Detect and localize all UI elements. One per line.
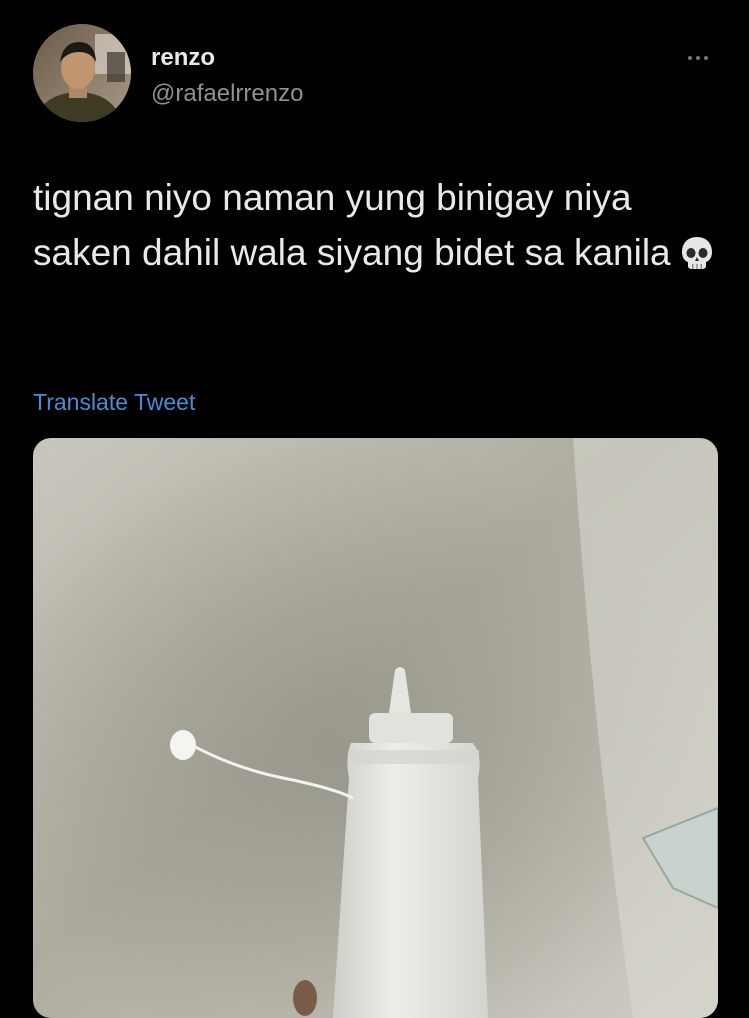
tweet-body: tignan niyo naman yung binigay niya sake… — [33, 177, 671, 273]
skull-icon — [681, 237, 712, 269]
display-name[interactable]: renzo — [151, 44, 215, 72]
translate-tweet-link[interactable]: Translate Tweet — [33, 389, 195, 416]
tweet-photo[interactable] — [33, 438, 718, 1018]
tweet-text: tignan niyo naman yung binigay niya sake… — [33, 170, 723, 280]
more-options-icon[interactable] — [678, 46, 718, 70]
avatar[interactable] — [33, 24, 131, 122]
user-handle[interactable]: @rafaelrrenzo — [151, 80, 303, 108]
